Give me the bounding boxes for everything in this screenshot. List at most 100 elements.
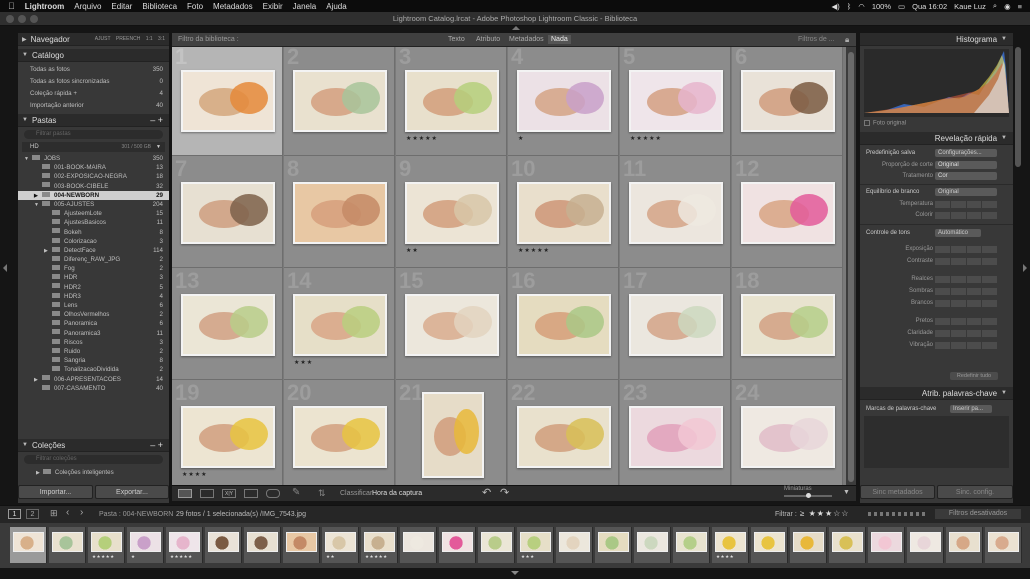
- catalog-item[interactable]: Todas as fotos sincronizadas 0: [30, 76, 169, 88]
- folder-item[interactable]: 003-BOOK-CIBELE 32: [18, 182, 169, 191]
- tone-row-buttons[interactable]: [935, 330, 997, 337]
- photo-thumbnail[interactable]: [405, 70, 499, 132]
- grid-view-icon[interactable]: [178, 489, 192, 498]
- grid-cell[interactable]: 7: [172, 156, 283, 268]
- crop-select[interactable]: Original: [935, 161, 997, 169]
- treatment-select[interactable]: Cor: [935, 172, 997, 180]
- wifi-icon[interactable]: ◠: [858, 2, 865, 11]
- filmstrip-thumbnail[interactable]: [49, 527, 86, 563]
- folder-item[interactable]: 001-BOOK-MAIRA 13: [18, 163, 169, 172]
- folder-item[interactable]: 007-CASAMENTO 40: [18, 384, 169, 393]
- grid-cell[interactable]: 4 ★: [508, 47, 619, 156]
- export-button[interactable]: Exportar...: [95, 485, 169, 499]
- filmstrip-thumbnail[interactable]: ★★★★★: [361, 527, 398, 563]
- photo-thumbnail[interactable]: [741, 406, 835, 468]
- grid-icon[interactable]: ⊞: [50, 508, 58, 519]
- filmstrip-thumbnail[interactable]: [283, 527, 320, 563]
- grid-cell[interactable]: 9 ★★: [396, 156, 507, 268]
- histogram-header[interactable]: Histograma ▼: [860, 33, 1013, 46]
- search-icon[interactable]: ⌕: [993, 1, 997, 11]
- zoom-window-button[interactable]: [30, 15, 38, 23]
- folders-header[interactable]: ▼ Pastas – +: [18, 114, 169, 127]
- catalog-item[interactable]: Todas as fotos 350: [30, 64, 169, 76]
- photo-thumbnail[interactable]: [629, 70, 723, 132]
- star-rating[interactable]: ★★★: [294, 359, 313, 366]
- menu-exibir[interactable]: Exibir: [263, 2, 283, 11]
- people-view-icon[interactable]: [266, 489, 280, 498]
- tone-row-buttons[interactable]: [935, 246, 997, 253]
- photo-thumbnail[interactable]: [741, 182, 835, 244]
- auto-tone-button[interactable]: Automático: [935, 229, 981, 237]
- menu-biblioteca[interactable]: Biblioteca: [142, 2, 177, 11]
- grid-cell[interactable]: 12: [732, 156, 843, 268]
- filmstrip-thumbnail[interactable]: [595, 527, 632, 563]
- filmstrip-thumbnail[interactable]: ★★★★★: [166, 527, 203, 563]
- clock[interactable]: Qua 16:02: [912, 2, 947, 11]
- grid-cell[interactable]: 20: [284, 380, 395, 485]
- folder-item[interactable]: AjustesBasicos 11: [18, 218, 169, 227]
- filmstrip-thumbnail[interactable]: [985, 527, 1022, 563]
- photo-thumbnail[interactable]: [629, 294, 723, 356]
- filmstrip-thumbnail[interactable]: ★: [127, 527, 164, 563]
- selection-info[interactable]: 29 fotos / 1 selecionada(s) /IMG_7543.jp…: [176, 511, 306, 518]
- tone-row-buttons[interactable]: [935, 342, 997, 349]
- grid-scrollbar[interactable]: [846, 47, 856, 485]
- filmstrip-thumbnail[interactable]: [244, 527, 281, 563]
- filmstrip-thumbnail[interactable]: ★★: [322, 527, 359, 563]
- filmstrip-thumbnail[interactable]: [946, 527, 983, 563]
- photo-thumbnail[interactable]: [405, 294, 499, 356]
- collections-header[interactable]: ▼ Coleções – +: [18, 439, 169, 452]
- forward-arrow-icon[interactable]: ›: [80, 507, 83, 518]
- import-button[interactable]: Importar...: [18, 485, 93, 499]
- rating-filter[interactable]: ≥ ★★★☆☆: [800, 509, 849, 518]
- grid-cell[interactable]: 23: [620, 380, 731, 485]
- white-balance-select[interactable]: Original: [935, 188, 997, 196]
- window-1-button[interactable]: 1: [8, 509, 21, 519]
- sort-direction-icon[interactable]: ⇅: [318, 488, 326, 499]
- folder-item[interactable]: Panoramica 6: [18, 319, 169, 328]
- photo-thumbnail[interactable]: [741, 294, 835, 356]
- keywording-header[interactable]: Atrib. palavras-chave ▼: [860, 387, 1013, 400]
- filmstrip-thumbnail[interactable]: [478, 527, 515, 563]
- folder-item[interactable]: Diferenç_RAW_JPG 2: [18, 255, 169, 264]
- photo-thumbnail[interactable]: [293, 70, 387, 132]
- folder-item[interactable]: Lens 6: [18, 301, 169, 310]
- photo-thumbnail[interactable]: [181, 70, 275, 132]
- survey-view-icon[interactable]: [244, 489, 258, 498]
- filmstrip-thumbnail[interactable]: [556, 527, 593, 563]
- saved-preset-select[interactable]: Configurações...: [935, 149, 997, 157]
- add-collection-icon[interactable]: – +: [150, 440, 163, 450]
- filter-tab-metadata[interactable]: Metadados: [509, 36, 544, 43]
- tone-row-buttons[interactable]: [935, 288, 997, 295]
- photo-thumbnail[interactable]: [293, 182, 387, 244]
- loupe-view-icon[interactable]: [200, 489, 214, 498]
- grid-cell[interactable]: 1: [172, 47, 283, 156]
- siri-icon[interactable]: ◉: [1004, 2, 1011, 11]
- star-rating[interactable]: ★★★★★: [406, 135, 438, 142]
- star-rating[interactable]: ★★: [406, 247, 419, 254]
- tone-row-buttons[interactable]: [935, 318, 997, 325]
- top-panel-toggle-icon[interactable]: [512, 26, 520, 30]
- filmstrip-thumbnail[interactable]: [400, 527, 437, 563]
- grid-cell[interactable]: 22: [508, 380, 619, 485]
- sync-metadata-button[interactable]: Sinc metadados: [860, 485, 935, 499]
- grid-cell[interactable]: 16: [508, 268, 619, 380]
- folder-item[interactable]: Colorizacao 3: [18, 237, 169, 246]
- tint-buttons[interactable]: [935, 212, 997, 219]
- folder-item[interactable]: Ruido 2: [18, 347, 169, 356]
- tone-row-buttons[interactable]: [935, 258, 997, 265]
- grid-cell[interactable]: 17: [620, 268, 731, 380]
- grid-cell[interactable]: 8: [284, 156, 395, 268]
- filmstrip-thumbnail[interactable]: [790, 527, 827, 563]
- temperature-buttons[interactable]: [935, 201, 997, 208]
- menu-arquivo[interactable]: Arquivo: [74, 2, 101, 11]
- grid-cell[interactable]: 5 ★★★★★: [620, 47, 731, 156]
- folder-item[interactable]: 002-EXPOSICAO-NEGRA 18: [18, 172, 169, 181]
- photo-thumbnail[interactable]: [181, 294, 275, 356]
- grid-cell[interactable]: 3 ★★★★★: [396, 47, 507, 156]
- smart-collections-item[interactable]: ▶ Coleções inteligentes: [36, 468, 114, 477]
- reset-all-button[interactable]: Redefinir tudo: [950, 372, 998, 380]
- right-panel-scrollbar[interactable]: [1015, 47, 1021, 167]
- nav-zoom-1-1[interactable]: 1:1: [146, 36, 153, 42]
- catalog-item[interactable]: Importação anterior 40: [30, 100, 169, 112]
